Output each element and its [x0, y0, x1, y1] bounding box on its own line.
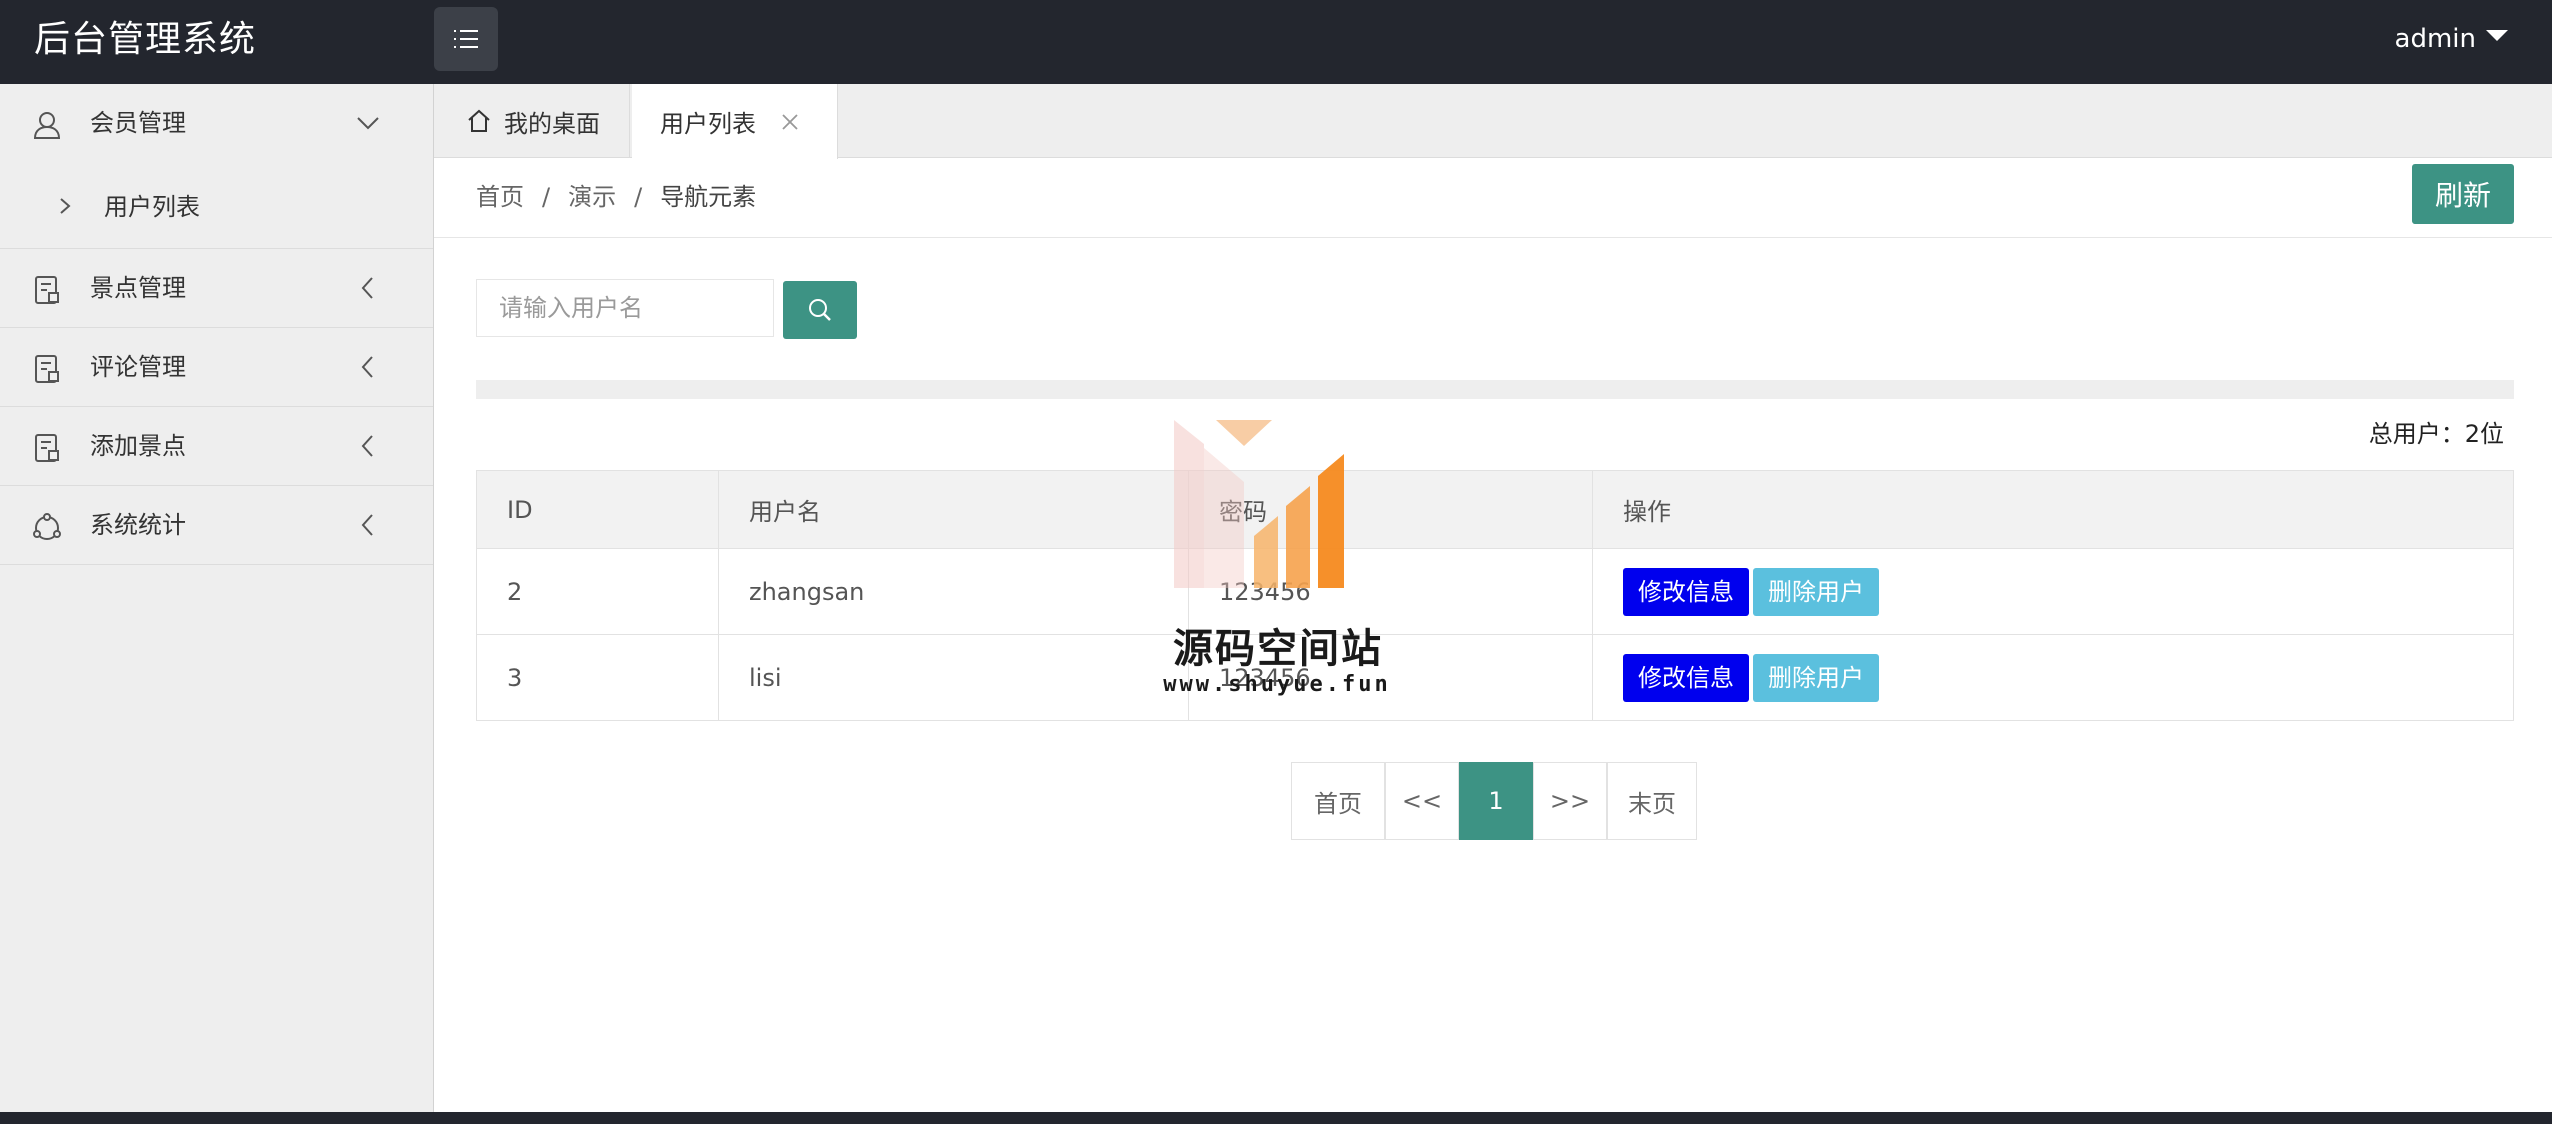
column-header-username: 用户名: [718, 470, 1189, 549]
tab-label: 我的桌面: [504, 109, 600, 138]
page-first-button[interactable]: 首页: [1291, 762, 1385, 840]
chevron-right-icon: [60, 198, 71, 214]
page-prev-button[interactable]: <<: [1385, 762, 1459, 840]
username-search-input[interactable]: [476, 279, 774, 337]
sidebar-item-label: 评论管理: [90, 353, 186, 381]
column-header-password: 密码: [1188, 470, 1593, 549]
cell-id: 3: [476, 634, 719, 721]
sidebar-item-label: 系统统计: [90, 511, 186, 539]
table-row: 3 lisi 123456 修改信息 删除用户: [476, 634, 2514, 721]
close-icon[interactable]: [780, 112, 800, 132]
document-icon: [35, 276, 59, 304]
user-table: ID 用户名 密码 操作 2 zhangsan 123456 修改信息 删除用户 …: [476, 470, 2514, 721]
refresh-button[interactable]: 刷新: [2412, 164, 2514, 224]
delete-user-button[interactable]: 删除用户: [1753, 567, 1879, 616]
chevron-left-icon: [361, 514, 373, 536]
chevron-down-icon: [357, 117, 379, 130]
user-icon: [33, 112, 61, 139]
top-navbar: 后台管理系统 admin: [0, 0, 2552, 84]
cell-username: zhangsan: [718, 548, 1189, 635]
sidebar-item-comment-management[interactable]: 评论管理: [0, 328, 433, 407]
page-last-button[interactable]: 末页: [1607, 762, 1697, 840]
caret-down-icon: [2486, 29, 2508, 41]
chevron-left-icon: [361, 277, 373, 299]
table-toolbar: [476, 380, 2514, 399]
app-title: 后台管理系统: [34, 19, 257, 60]
total-users-label: 总用户：: [2368, 420, 2465, 448]
page-current-button[interactable]: 1: [1459, 762, 1533, 840]
sidebar-subitem-user-list[interactable]: 用户列表: [0, 166, 433, 249]
list-icon: [454, 30, 478, 48]
column-header-id: ID: [476, 470, 719, 549]
chart-circle-icon: [33, 513, 61, 540]
breadcrumb-bar: 首页 / 演示 / 导航元素 刷新: [434, 158, 2552, 238]
search-button[interactable]: [783, 281, 857, 339]
total-users-value: 2位: [2464, 420, 2504, 448]
breadcrumb-item-current: 导航元素: [660, 183, 757, 211]
watermark-title: 源码空间站: [1173, 626, 1383, 672]
breadcrumb-item-home[interactable]: 首页: [476, 183, 524, 211]
sidebar-item-label: 添加景点: [90, 432, 186, 460]
delete-user-button[interactable]: 删除用户: [1753, 653, 1879, 702]
total-users: 总用户：2位: [2369, 414, 2504, 449]
sidebar-item-label: 会员管理: [90, 109, 186, 137]
table-row: 2 zhangsan 123456 修改信息 删除用户: [476, 548, 2514, 635]
cell-actions: 修改信息 删除用户: [1592, 634, 2514, 721]
table-header-row: ID 用户名 密码 操作: [476, 470, 2514, 549]
breadcrumb-separator: /: [542, 183, 551, 211]
sidebar-item-system-stats[interactable]: 系统统计: [0, 486, 433, 565]
cell-username: lisi: [718, 634, 1189, 721]
tab-user-list[interactable]: 用户列表: [632, 84, 838, 159]
menu-toggle-button[interactable]: [434, 7, 498, 71]
sidebar-item-scenic-management[interactable]: 景点管理: [0, 249, 433, 328]
tab-my-desktop[interactable]: 我的桌面: [434, 84, 630, 158]
sidebar: 会员管理 用户列表 景点管理 评论管理 添加景点 系统统计: [0, 84, 434, 1112]
tab-bar: 我的桌面 用户列表: [434, 84, 2552, 159]
sidebar-subitem-label: 用户列表: [104, 193, 200, 221]
chevron-left-icon: [361, 435, 373, 457]
page-next-button[interactable]: >>: [1533, 762, 1607, 840]
breadcrumb-item-demo[interactable]: 演示: [568, 183, 616, 211]
chevron-left-icon: [361, 356, 373, 378]
watermark-url: www.shuyue.fun: [1163, 672, 1391, 697]
bottom-bar: [0, 1112, 2552, 1124]
cell-actions: 修改信息 删除用户: [1592, 548, 2514, 635]
user-name: admin: [2394, 24, 2476, 54]
edit-info-button[interactable]: 修改信息: [1623, 653, 1749, 702]
cell-id: 2: [476, 548, 719, 635]
breadcrumb-separator: /: [634, 183, 643, 211]
document-icon: [35, 434, 59, 462]
user-menu[interactable]: admin: [2395, 0, 2508, 78]
sidebar-item-label: 景点管理: [90, 274, 186, 302]
document-icon: [35, 355, 59, 383]
tab-label: 用户列表: [660, 110, 756, 138]
sidebar-item-add-scenic[interactable]: 添加景点: [0, 407, 433, 486]
column-header-actions: 操作: [1592, 470, 2514, 549]
search-icon: [809, 299, 831, 321]
home-icon: [468, 109, 490, 132]
edit-info-button[interactable]: 修改信息: [1623, 567, 1749, 616]
breadcrumb: 首页 / 演示 / 导航元素: [476, 158, 756, 236]
sidebar-item-member-management[interactable]: 会员管理: [0, 84, 433, 166]
pagination: 首页 << 1 >> 末页: [1291, 762, 1697, 840]
